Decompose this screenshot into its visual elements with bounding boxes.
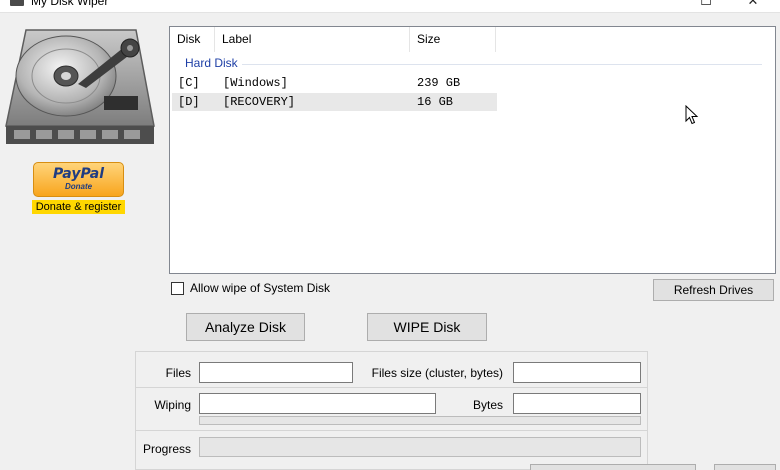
disk-label: [RECOVERY] xyxy=(223,95,296,109)
analyze-disk-button[interactable]: Analyze Disk xyxy=(186,313,305,341)
allow-system-wipe-label: Allow wipe of System Disk xyxy=(190,281,331,295)
column-header-size[interactable]: Size xyxy=(410,27,496,52)
bytes-label: Bytes xyxy=(472,398,503,412)
files-size-field xyxy=(513,362,641,383)
overall-progress-bar xyxy=(199,437,641,457)
disk-letter: [D] xyxy=(178,95,200,109)
paypal-logo-text: PayPal xyxy=(52,166,105,182)
disk-list[interactable]: Disk Label Size Hard Disk [C] [Windows] … xyxy=(169,26,776,274)
paypal-donate-button[interactable]: PayPal Donate xyxy=(33,162,124,197)
window-title: My Disk Wiper xyxy=(31,0,109,8)
progress-label: Progress xyxy=(142,442,191,456)
statistics-panel: Files Files size (cluster, bytes) Wiping… xyxy=(135,351,648,470)
maximize-icon[interactable]: ☐ xyxy=(696,0,716,8)
group-header-hard-disk: Hard Disk xyxy=(185,56,238,70)
checkbox-square[interactable] xyxy=(171,282,184,295)
panel-divider xyxy=(136,387,647,388)
bytes-field xyxy=(513,393,641,414)
disk-row-c[interactable]: [C] [Windows] 239 GB xyxy=(172,74,497,92)
column-header-label[interactable]: Label xyxy=(215,27,410,52)
files-size-label: Files size (cluster, bytes) xyxy=(371,366,503,380)
column-header-disk[interactable]: Disk xyxy=(170,27,215,52)
refresh-drives-button[interactable]: Refresh Drives xyxy=(653,279,774,301)
paypal-donate-text: Donate xyxy=(64,182,93,191)
disk-size: 239 GB xyxy=(417,76,461,90)
disk-size: 16 GB xyxy=(417,95,454,109)
donate-register-link[interactable]: Donate & register xyxy=(32,200,125,214)
disk-letter: [C] xyxy=(178,76,200,90)
app-icon xyxy=(10,0,24,6)
close-icon[interactable]: ✕ xyxy=(743,0,763,8)
hard-disk-drive-icon xyxy=(5,29,155,144)
title-bar: My Disk Wiper ☐ ✕ xyxy=(0,0,780,13)
wiping-field xyxy=(199,393,436,414)
files-field xyxy=(199,362,353,383)
disk-row-d[interactable]: [D] [RECOVERY] 16 GB xyxy=(172,93,497,111)
bottom-button-partial[interactable] xyxy=(530,464,696,470)
wiping-progress-bar xyxy=(199,416,641,425)
group-divider xyxy=(242,64,762,65)
bottom-button-partial[interactable] xyxy=(714,464,776,470)
disk-label: [Windows] xyxy=(223,76,288,90)
wiping-label: Wiping xyxy=(154,398,191,412)
panel-divider xyxy=(136,430,647,431)
files-label: Files xyxy=(165,366,191,380)
wipe-disk-button[interactable]: WIPE Disk xyxy=(367,313,487,341)
mouse-pointer-icon xyxy=(685,105,699,125)
